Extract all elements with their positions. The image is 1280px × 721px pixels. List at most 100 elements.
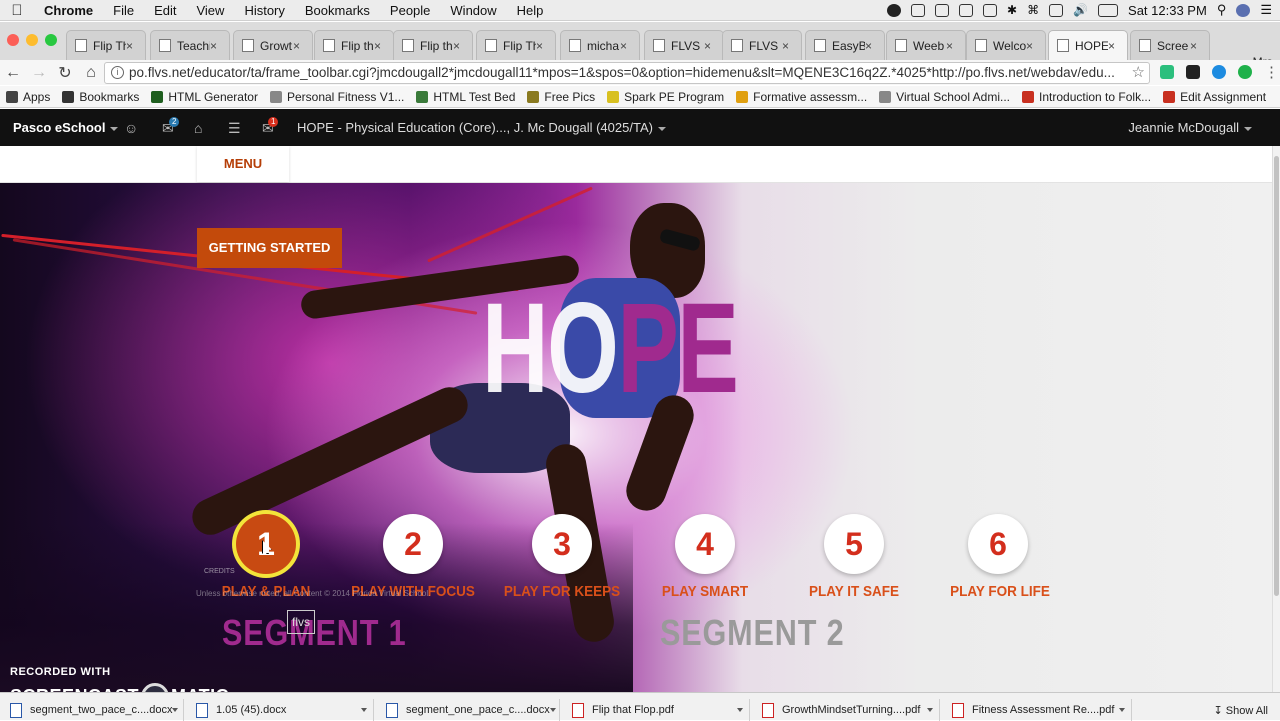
tab-close-icon[interactable]: × (536, 39, 550, 53)
chrome-menu-icon[interactable]: ⋮ (1264, 63, 1279, 81)
menu-help[interactable]: Help (507, 3, 554, 18)
reload-button[interactable]: ↻ (52, 63, 78, 83)
menu-bookmarks[interactable]: Bookmarks (295, 3, 380, 18)
download-item[interactable]: Flip that Flop.pdf (566, 699, 750, 721)
show-all-downloads-button[interactable]: ↧ Show All (1214, 704, 1268, 717)
tab-close-icon[interactable]: × (620, 39, 634, 53)
bookmark-item[interactable]: Formative assessm... (730, 90, 873, 104)
bookmark-item[interactable]: Bookmarks (56, 90, 145, 104)
menu-history[interactable]: History (234, 3, 294, 18)
chevron-down-icon[interactable] (737, 708, 743, 712)
chevron-down-icon[interactable] (361, 708, 367, 712)
menu-app-name[interactable]: Chrome (34, 3, 103, 18)
module-2-button[interactable]: 2 (383, 514, 443, 574)
chevron-down-icon[interactable] (1119, 708, 1125, 712)
school-dropdown[interactable]: Pasco eSchool (0, 120, 119, 135)
module-5-button[interactable]: 5 (824, 514, 884, 574)
tab-close-icon[interactable]: × (782, 39, 796, 53)
download-item[interactable]: segment_one_pace_c....docx (380, 699, 560, 721)
tab-close-icon[interactable]: × (704, 39, 718, 53)
tab-3[interactable]: Growt × (233, 30, 313, 60)
tab-10[interactable]: EasyB × (805, 30, 885, 60)
forward-button[interactable]: → (26, 64, 52, 82)
tab-5[interactable]: Flip th × (393, 30, 473, 60)
groups-icon[interactable]: ☺ (124, 120, 138, 136)
bookmark-item[interactable]: Edit Assignment (1157, 90, 1272, 104)
credits-link[interactable]: CREDITS (204, 568, 235, 575)
tab-close-icon[interactable]: × (946, 39, 960, 53)
time-machine-icon[interactable] (983, 3, 998, 17)
tab-6[interactable]: Flip Th × (476, 30, 556, 60)
download-item[interactable]: segment_two_pace_c....docx (4, 699, 184, 721)
menu-edit[interactable]: Edit (144, 3, 186, 18)
module-6-button[interactable]: 6 (968, 514, 1028, 574)
user-dropdown[interactable]: Jeannie McDougall (1128, 120, 1252, 135)
search-icon[interactable]: ⚲ (1217, 2, 1227, 18)
airplay-icon[interactable] (1049, 3, 1064, 17)
tab-8[interactable]: FLVS × (644, 30, 724, 60)
course-menu-button[interactable]: MENU (197, 146, 289, 182)
tab-2[interactable]: Teachi × (150, 30, 230, 60)
battery-icon[interactable] (1098, 3, 1119, 17)
getting-started-button[interactable]: GETTING STARTED (197, 228, 342, 268)
extension-icon-1[interactable] (1160, 65, 1174, 79)
menu-window[interactable]: Window (440, 3, 506, 18)
tab-close-icon[interactable]: × (453, 39, 467, 53)
course-dropdown[interactable]: HOPE - Physical Education (Core)..., J. … (297, 120, 666, 135)
close-window-button[interactable] (7, 34, 19, 46)
profile-avatar[interactable] (1236, 3, 1251, 17)
tab-close-icon[interactable]: × (1108, 39, 1122, 53)
tab-close-icon[interactable]: × (374, 39, 388, 53)
download-item[interactable]: Fitness Assessment Re....pdf (946, 699, 1132, 721)
bookmark-item[interactable]: Spark PE Program (601, 90, 730, 104)
shield-icon[interactable] (959, 3, 974, 17)
tab-12[interactable]: Welco × (966, 30, 1046, 60)
scrollbar-thumb[interactable] (1274, 156, 1279, 596)
address-bar[interactable]: i po.flvs.net/educator/ta/frame_toolbar.… (104, 62, 1150, 84)
menu-view[interactable]: View (186, 3, 234, 18)
download-item[interactable]: 1.05 (45).docx (190, 699, 374, 721)
bookmark-item[interactable]: HTML Test Bed (410, 90, 521, 104)
chevron-down-icon[interactable] (549, 708, 556, 712)
bookmark-item[interactable]: Introduction to Folk... (1016, 90, 1157, 104)
download-item[interactable]: GrowthMindsetTurning....pdf (756, 699, 940, 721)
tab-close-icon[interactable]: × (126, 39, 140, 53)
apple-icon[interactable]:  (0, 2, 34, 19)
screen-icon[interactable] (911, 3, 926, 17)
clipboard-icon[interactable] (935, 3, 950, 17)
menu-people[interactable]: People (380, 3, 440, 18)
tab-close-icon[interactable]: × (1190, 39, 1204, 53)
back-button[interactable]: ← (0, 64, 26, 82)
extension-icon-4[interactable] (1238, 65, 1252, 79)
tab-1[interactable]: Flip Th × (66, 30, 146, 60)
status-dot-icon[interactable] (887, 3, 902, 17)
page-scrollbar[interactable] (1272, 146, 1280, 692)
bluetooth-icon[interactable]: ✱ (1007, 3, 1017, 17)
module-6-label[interactable]: PLAY FOR LIFE (944, 583, 1056, 600)
tab-4[interactable]: Flip th × (314, 30, 394, 60)
wifi-icon[interactable]: ⌘ (1027, 3, 1039, 17)
volume-icon[interactable]: 🔊 (1073, 3, 1088, 17)
menubar-clock[interactable]: Sat 12:33 PM (1128, 3, 1207, 18)
bookmark-item[interactable]: Virtual School Admi... (873, 90, 1016, 104)
info-icon[interactable]: i (111, 66, 124, 79)
chevron-down-icon[interactable] (172, 708, 179, 712)
module-4-button[interactable]: 4 (675, 514, 735, 574)
home-icon[interactable]: ⌂ (194, 120, 202, 136)
bookmark-item[interactable]: Personal Fitness V1... (264, 90, 410, 104)
home-button[interactable]: ⌂ (78, 64, 104, 82)
tab-11[interactable]: Weeb × (886, 30, 966, 60)
hamburger-icon[interactable]: ☰ (228, 120, 241, 137)
module-4-label[interactable]: PLAY SMART (651, 583, 759, 600)
module-5-label[interactable]: PLAY IT SAFE (800, 583, 908, 600)
tab-9[interactable]: FLVS - × (722, 30, 802, 60)
tab-close-icon[interactable]: × (1026, 39, 1040, 53)
list-icon[interactable]: ☰ (1260, 2, 1272, 18)
bookmark-item[interactable]: HTML Generator (145, 90, 264, 104)
chevron-down-icon[interactable] (927, 708, 933, 712)
minimize-window-button[interactable] (26, 34, 38, 46)
bookmark-item[interactable]: Apps (0, 90, 56, 104)
extension-icon-2[interactable] (1186, 65, 1200, 79)
tab-close-icon[interactable]: × (210, 39, 224, 53)
bookmark-item[interactable]: Free Pics (521, 90, 601, 104)
